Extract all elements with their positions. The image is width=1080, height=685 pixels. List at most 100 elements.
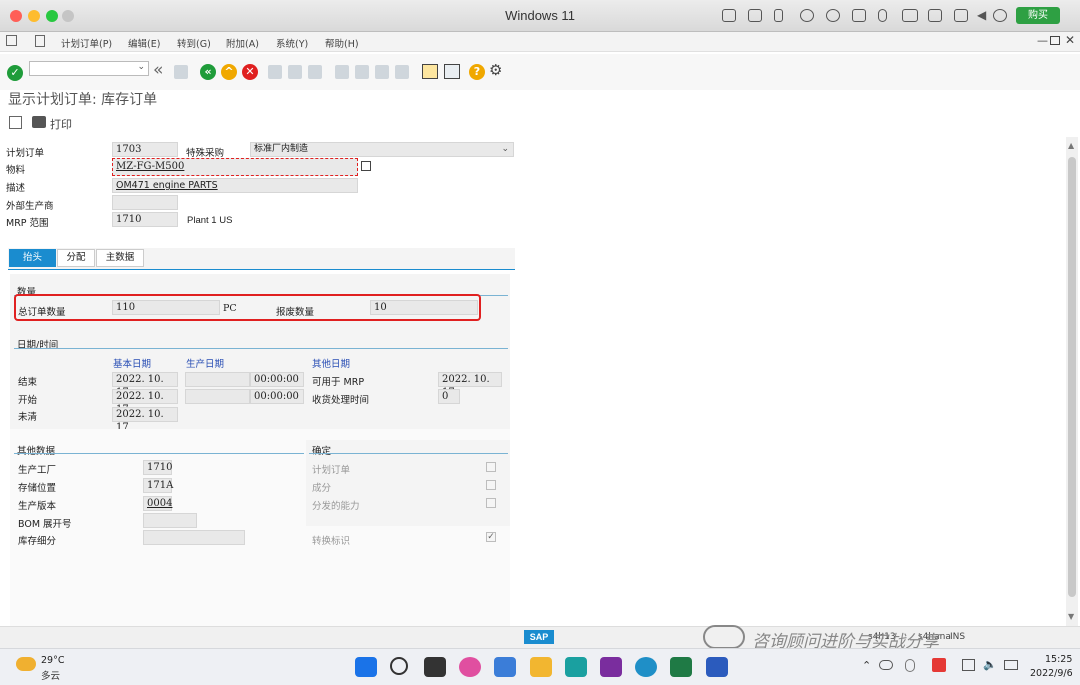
minimize-icon[interactable]: — xyxy=(1037,34,1048,47)
drive-icon[interactable] xyxy=(902,9,918,22)
display-icon[interactable] xyxy=(962,659,975,671)
camera-off-icon[interactable] xyxy=(800,9,814,22)
previous-page-icon[interactable] xyxy=(355,65,369,79)
restore-icon[interactable] xyxy=(1050,36,1060,45)
network-icon[interactable] xyxy=(826,9,840,22)
ime-icon[interactable] xyxy=(932,658,946,672)
end-production-time[interactable]: 00:00:00 xyxy=(250,372,304,387)
menu-goto[interactable]: 转到(G) xyxy=(177,36,211,50)
menu-help[interactable]: 帮助(H) xyxy=(325,36,359,50)
search-icon[interactable] xyxy=(390,657,408,675)
tab-header[interactable]: 抬头 xyxy=(9,249,56,267)
start-production-date[interactable] xyxy=(185,389,250,404)
create-session-icon[interactable] xyxy=(422,64,438,79)
printer-icon[interactable] xyxy=(32,116,46,128)
gr-processing-field[interactable]: 0 xyxy=(438,389,460,404)
menu-extras[interactable]: 附加(A) xyxy=(226,36,259,50)
bom-explosion-field[interactable] xyxy=(143,513,197,528)
command-field[interactable]: ⌄ xyxy=(29,61,149,76)
speaker-icon[interactable]: 🔈 xyxy=(983,658,997,671)
stock-segment-field[interactable] xyxy=(143,530,245,545)
settings-gear-icon[interactable]: ⚙ xyxy=(489,61,502,79)
layout-icon[interactable] xyxy=(35,35,45,47)
close-icon[interactable]: ✕ xyxy=(1065,33,1075,47)
photos-icon[interactable] xyxy=(459,657,481,677)
menu-planned-order[interactable]: 计划订单(P) xyxy=(61,36,112,50)
tray-app-icon[interactable] xyxy=(905,659,915,672)
external-manufacturer-field[interactable] xyxy=(112,195,178,210)
start-icon[interactable] xyxy=(355,657,377,677)
production-version-field[interactable]: 0004 xyxy=(143,496,172,511)
file-explorer-icon[interactable] xyxy=(530,657,552,677)
onedrive-icon[interactable] xyxy=(879,660,893,670)
menu-system[interactable]: 系统(Y) xyxy=(276,36,308,50)
back-arrow-icon[interactable]: ◀ xyxy=(977,8,986,22)
vertical-scrollbar[interactable]: ▲ ▼ xyxy=(1066,137,1078,627)
video-icon[interactable] xyxy=(928,9,942,22)
scroll-down-icon[interactable]: ▼ xyxy=(1068,612,1074,621)
battery-icon[interactable] xyxy=(1004,660,1018,670)
gear-icon[interactable] xyxy=(993,9,1007,22)
material-field[interactable]: MZ-FG-M500 xyxy=(112,158,358,176)
special-procurement-select[interactable]: 标准厂内制造 ⌄ xyxy=(250,142,514,157)
tab-master-data[interactable]: 主数据 xyxy=(96,249,144,267)
image-icon[interactable] xyxy=(954,9,968,22)
weather-icon[interactable] xyxy=(16,657,36,671)
next-page-icon[interactable] xyxy=(375,65,389,79)
scrollbar-thumb[interactable] xyxy=(1068,157,1076,597)
available-for-mrp-field[interactable]: 2022. 10. 17 xyxy=(438,372,502,398)
help-icon[interactable]: ? xyxy=(469,64,485,80)
storage-location-field[interactable]: 171A xyxy=(143,478,173,493)
confirm-components-checkbox[interactable] xyxy=(486,480,496,490)
microphone-icon[interactable] xyxy=(878,9,887,22)
volume-icon[interactable] xyxy=(852,9,866,22)
scroll-up-icon[interactable]: ▲ xyxy=(1068,141,1074,150)
onenote-icon[interactable] xyxy=(600,657,622,677)
usb-icon[interactable] xyxy=(774,9,783,22)
description-field[interactable]: OM471 engine PARTS xyxy=(112,178,358,193)
edge-icon[interactable] xyxy=(635,657,657,677)
open-basic-date[interactable]: 2022. 10. 17 xyxy=(112,407,178,433)
exit-icon[interactable]: ^ xyxy=(221,64,237,80)
shortcut-icon[interactable] xyxy=(444,64,460,79)
save-icon[interactable] xyxy=(174,65,188,79)
end-basic-date[interactable]: 2022. 10. 17 xyxy=(112,372,178,398)
menu-edit[interactable]: 编辑(E) xyxy=(128,36,160,50)
find-icon[interactable] xyxy=(288,65,302,79)
excel-icon[interactable] xyxy=(670,657,692,677)
cpu-icon[interactable] xyxy=(748,9,762,22)
end-production-date[interactable] xyxy=(185,372,250,387)
planned-order-field[interactable]: 1703 xyxy=(112,142,178,157)
production-plant-field[interactable]: 1710 xyxy=(143,460,172,475)
app-icon[interactable] xyxy=(565,657,587,677)
material-detail-icon[interactable] xyxy=(361,161,371,171)
print-button[interactable]: 打印 xyxy=(50,116,72,132)
chevron-down-icon[interactable]: ⌄ xyxy=(137,62,145,72)
start-production-time[interactable]: 00:00:00 xyxy=(250,389,304,404)
last-page-icon[interactable] xyxy=(395,65,409,79)
keyboard-icon[interactable] xyxy=(722,9,736,22)
task-view-icon[interactable] xyxy=(424,657,446,677)
sap-logon-icon[interactable] xyxy=(494,657,516,677)
start-basic-date[interactable]: 2022. 10. 17 xyxy=(112,389,178,415)
enter-check-icon[interactable]: ✓ xyxy=(7,65,23,81)
tray-chevron-icon[interactable]: ⌃ xyxy=(862,659,871,672)
confirm-planned-order-checkbox[interactable] xyxy=(486,462,496,472)
first-page-icon[interactable] xyxy=(335,65,349,79)
back-icon[interactable]: « xyxy=(200,64,216,80)
double-left-icon[interactable]: « xyxy=(153,60,163,80)
confirm-capacity-checkbox[interactable] xyxy=(486,498,496,508)
mrp-area-field[interactable]: 1710 xyxy=(112,212,178,227)
buy-button[interactable]: 购买 xyxy=(1016,7,1060,24)
tab-assignment[interactable]: 分配 xyxy=(57,249,95,267)
word-icon[interactable] xyxy=(706,657,728,677)
dropdown-chevron-icon[interactable]: ⌄ xyxy=(501,143,509,156)
total-quantity-field[interactable]: 110 xyxy=(112,300,220,315)
print-icon[interactable] xyxy=(268,65,282,79)
cancel-icon[interactable]: ✕ xyxy=(242,64,258,80)
conversion-indicator-checkbox[interactable]: ✓ xyxy=(486,532,496,542)
scrap-quantity-field[interactable]: 10 xyxy=(370,300,478,315)
structure-icon[interactable] xyxy=(9,116,22,129)
find-next-icon[interactable] xyxy=(308,65,322,79)
sap-window-icon[interactable] xyxy=(6,35,17,46)
